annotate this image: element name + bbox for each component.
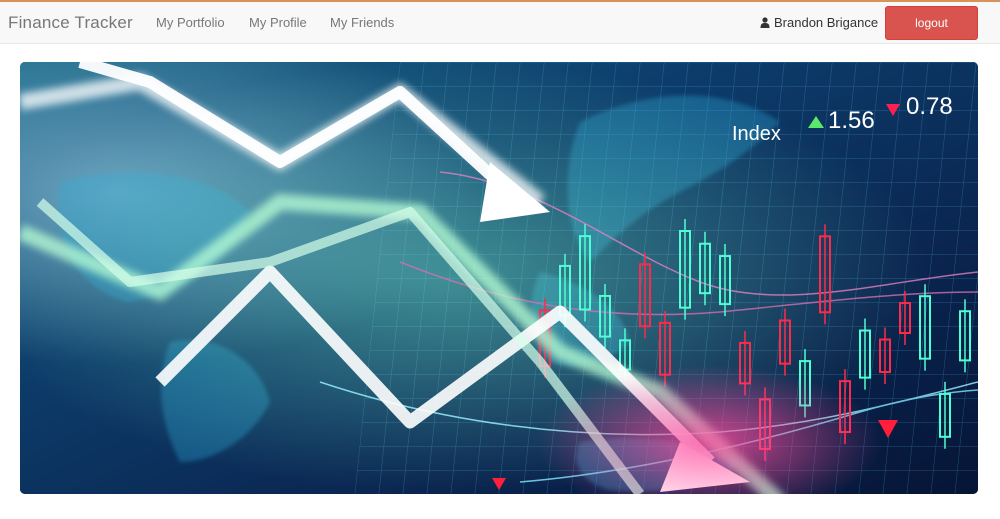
index-label: Index xyxy=(732,123,781,145)
logout-button[interactable]: logout xyxy=(885,6,978,40)
index-down-value: 0.78 xyxy=(906,93,953,120)
brand-link[interactable]: Finance Tracker xyxy=(8,13,133,33)
index-up-value: 1.56 xyxy=(828,107,875,134)
nav-link-my-portfolio[interactable]: My Portfolio xyxy=(156,15,225,30)
hero-image-stock-market: Index 1.56 0.78 xyxy=(20,62,978,494)
nav-link-my-friends[interactable]: My Friends xyxy=(330,15,394,30)
current-user: Brandon Brigance xyxy=(760,15,878,30)
user-name: Brandon Brigance xyxy=(774,15,879,30)
top-navbar: Finance Tracker My Portfolio My Profile … xyxy=(0,0,1000,44)
nav-link-my-profile[interactable]: My Profile xyxy=(249,15,307,30)
user-icon xyxy=(760,17,770,28)
